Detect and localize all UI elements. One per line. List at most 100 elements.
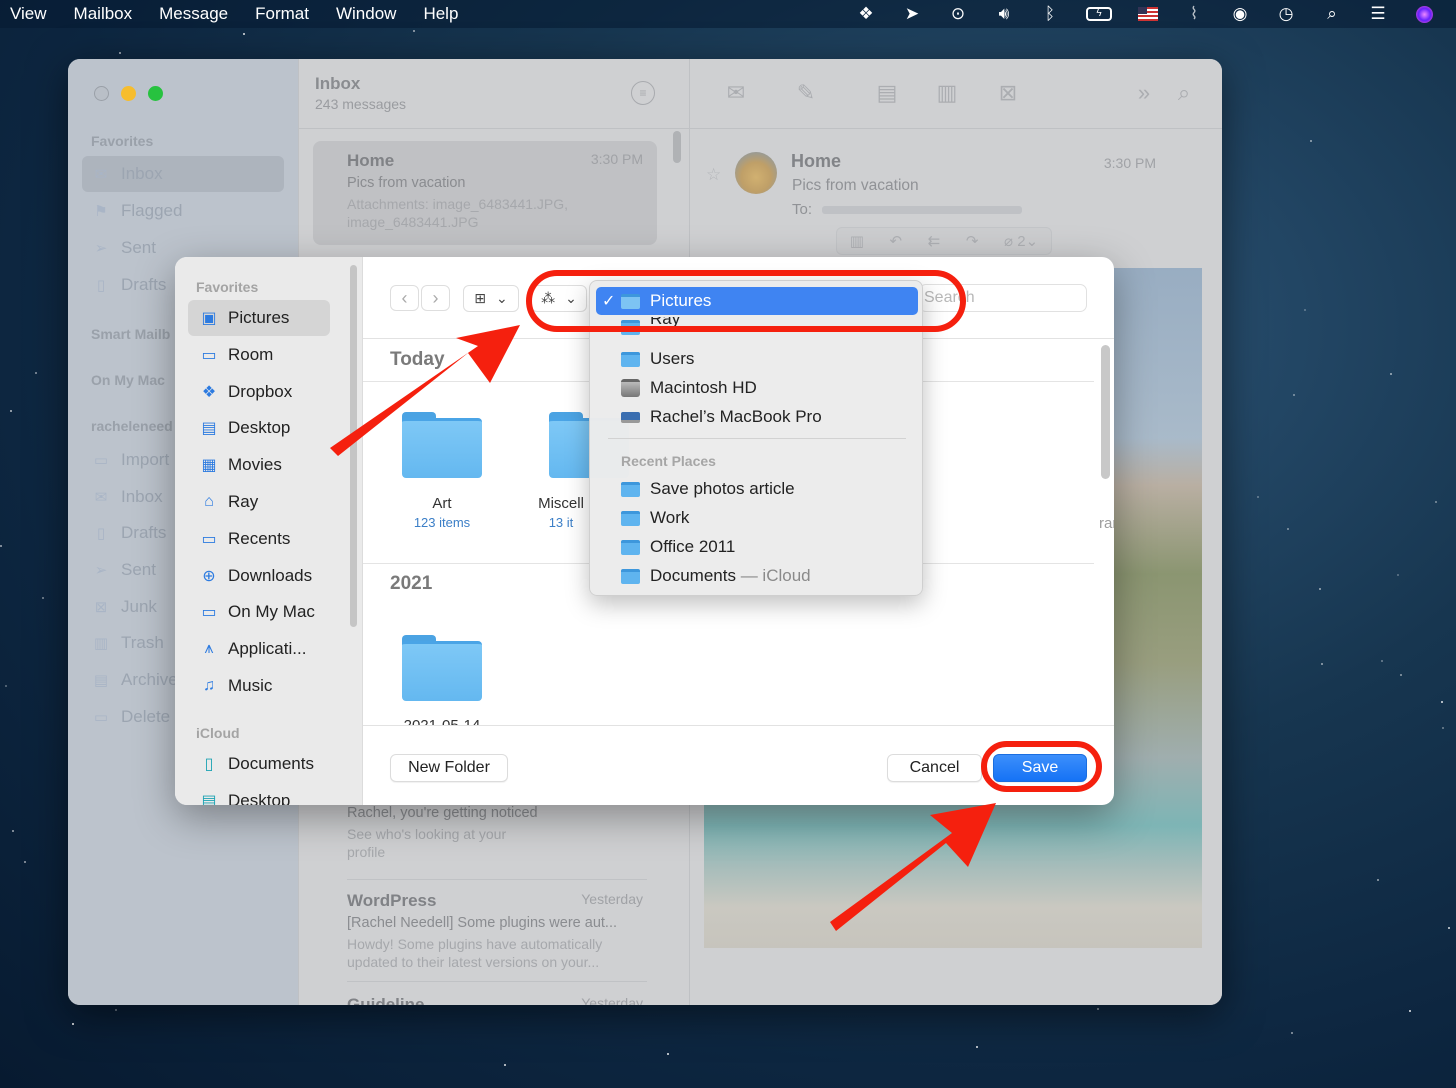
trash-icon: ▥ — [93, 635, 109, 652]
location-option-pictures[interactable]: ✓ Pictures — [596, 287, 918, 315]
save-button[interactable]: Save — [993, 754, 1087, 782]
play-icon[interactable]: ⊙ — [946, 3, 970, 25]
sidebar-item-downloads[interactable]: ⊕ Downloads — [188, 558, 330, 594]
location-option-macintosh-hd[interactable]: Macintosh HD — [596, 374, 918, 402]
message-time: 3:30 PM — [590, 151, 643, 167]
view-mode-button[interactable]: ⊞ ⌄ — [463, 285, 519, 312]
menu-mailbox[interactable]: Mailbox — [74, 4, 133, 24]
volume-icon[interactable]: 🔊︎ — [992, 3, 1016, 25]
wifi-off-icon[interactable]: ⌇ — [1182, 3, 1206, 25]
mailbox-inbox[interactable]: ✉ Inbox — [82, 156, 284, 192]
sender-avatar — [735, 152, 777, 194]
menu-format[interactable]: Format — [255, 4, 309, 24]
maximize-window-button[interactable] — [148, 86, 163, 101]
minimize-window-button[interactable] — [121, 86, 136, 101]
search-icon[interactable]: ⌕ — [1170, 79, 1198, 107]
message-item[interactable]: Rachel, you're getting noticed See who's… — [313, 801, 657, 881]
message-sender: WordPress — [347, 891, 437, 910]
pictures-folder-icon — [621, 293, 640, 309]
back-button[interactable]: ‹ — [390, 285, 419, 311]
list-scrollbar[interactable] — [673, 131, 681, 163]
control-center-icon[interactable]: ☰ — [1366, 3, 1390, 25]
attachment-menu[interactable]: ⌀ 2⌄ — [1004, 232, 1038, 250]
sidebar-item-on-my-mac[interactable]: ▭ On My Mac — [188, 594, 330, 630]
message-item[interactable]: WordPress Yesterday [Rachel Needell] Some… — [313, 881, 657, 981]
sidebar-item-dropbox[interactable]: ❖ Dropbox — [188, 374, 330, 410]
group-header: Today — [390, 349, 445, 370]
star — [1390, 373, 1392, 375]
menu-help[interactable]: Help — [423, 4, 458, 24]
star — [1304, 309, 1306, 311]
us-flag-icon[interactable] — [1136, 3, 1160, 25]
junk-icon[interactable]: ⊠ — [994, 79, 1022, 107]
compose-icon[interactable]: ✎ — [792, 79, 820, 107]
message-sender: Guideline — [347, 995, 425, 1005]
star — [12, 830, 14, 832]
bluetooth-icon[interactable]: ᛒ — [1038, 3, 1062, 25]
message-preview: See who's looking at your profile — [347, 826, 507, 860]
dialog-sidebar: Favorites ▣ Pictures ▭ Room ❖ Dropbox ▤ Desktop… — [175, 257, 363, 805]
filter-icon[interactable]: ≡ — [631, 81, 655, 105]
star — [1409, 1010, 1411, 1012]
delete-icon[interactable]: ▥ — [850, 232, 864, 250]
time-machine-icon[interactable]: ◷ — [1274, 3, 1298, 25]
forward-icon[interactable]: ↷ — [966, 232, 979, 250]
divider — [347, 879, 647, 880]
sidebar-item-ray[interactable]: ⌂ Ray — [188, 484, 330, 520]
message-time: Yesterday — [581, 891, 643, 907]
partial-label: rary — [1099, 515, 1114, 532]
reply-all-icon[interactable]: ⇇ — [928, 232, 941, 250]
direct-mail-icon[interactable]: ➤ — [900, 3, 924, 25]
location-option-users[interactable]: Users — [596, 345, 918, 373]
siri-icon[interactable] — [1412, 3, 1436, 25]
group-by-button[interactable]: ⁂ ⌄ — [531, 285, 587, 312]
location-option-ray[interactable]: Ray — [596, 317, 918, 337]
folder-icon — [621, 319, 640, 335]
message-item[interactable]: Guideline Yesterday — [313, 985, 657, 1005]
sidebar-item-movies[interactable]: ▦ Movies — [188, 447, 330, 483]
recent-place-item[interactable]: Save photos article — [596, 475, 918, 503]
sidebar-item-icloud-documents[interactable]: ▯ Documents — [188, 746, 330, 782]
recent-place-item[interactable]: Documents — iCloud — [596, 562, 918, 590]
trash-icon[interactable]: ▥ — [933, 79, 961, 107]
forward-button[interactable]: › — [421, 285, 450, 311]
reply-icon[interactable]: ↶ — [890, 232, 903, 250]
sidebar-item-applicati[interactable]: ⩚ Applicati... — [188, 631, 330, 667]
menu-message[interactable]: Message — [159, 4, 228, 24]
get-mail-icon[interactable]: ✉ — [722, 79, 750, 107]
sidebar-item-icloud-desktop[interactable]: ▤ Desktop — [188, 783, 330, 805]
spotlight-icon[interactable]: ⌕ — [1320, 3, 1344, 25]
search-input[interactable]: Search — [919, 284, 1087, 312]
message-item[interactable]: Home 3:30 PM Pics from vacation Attachmen… — [313, 141, 657, 245]
recent-place-item[interactable]: Office 2011 — [596, 533, 918, 561]
star-icon[interactable]: ☆ — [706, 165, 721, 185]
menu-view[interactable]: View — [10, 4, 47, 24]
checkmark-icon: ✓ — [602, 293, 616, 310]
location-option-macbook[interactable]: Rachel’s MacBook Pro — [596, 403, 918, 431]
battery-charging-icon[interactable]: ϟ — [1084, 3, 1114, 25]
sidebar-item-room[interactable]: ▭ Room — [188, 337, 330, 373]
sidebar-item-recents[interactable]: ▭ Recents — [188, 521, 330, 557]
recent-place-item[interactable]: Work — [596, 504, 918, 532]
sidebar-item-desktop[interactable]: ▤ Desktop — [188, 410, 330, 446]
menu-window[interactable]: Window — [336, 4, 396, 24]
new-folder-button[interactable]: New Folder — [390, 754, 508, 782]
mailbox-flagged[interactable]: ⚑ Flagged — [82, 193, 284, 229]
close-window-button[interactable] — [94, 86, 109, 101]
laptop-icon — [621, 411, 640, 423]
archive-icon[interactable]: ▤ — [873, 79, 901, 107]
dropbox-icon[interactable]: ❖ — [854, 3, 878, 25]
reader-time: 3:30 PM — [1103, 155, 1156, 171]
message-preview: Attachments: image_6483441.JPG, image_64… — [347, 196, 569, 230]
sidebar-scrollbar[interactable] — [350, 265, 357, 627]
sidebar-item-music[interactable]: ♫ Music — [188, 668, 330, 704]
home-icon: ⌂ — [204, 493, 214, 510]
message-sender: Home — [347, 151, 395, 170]
content-scrollbar[interactable] — [1101, 345, 1110, 479]
user-icon[interactable]: ◉ — [1228, 3, 1252, 25]
more-toolbar-icon[interactable]: » — [1130, 79, 1158, 107]
star — [115, 1009, 117, 1011]
cancel-button[interactable]: Cancel — [887, 754, 982, 782]
group-icon: ⁂ — [541, 290, 556, 306]
sidebar-item-pictures[interactable]: ▣ Pictures — [188, 300, 330, 336]
